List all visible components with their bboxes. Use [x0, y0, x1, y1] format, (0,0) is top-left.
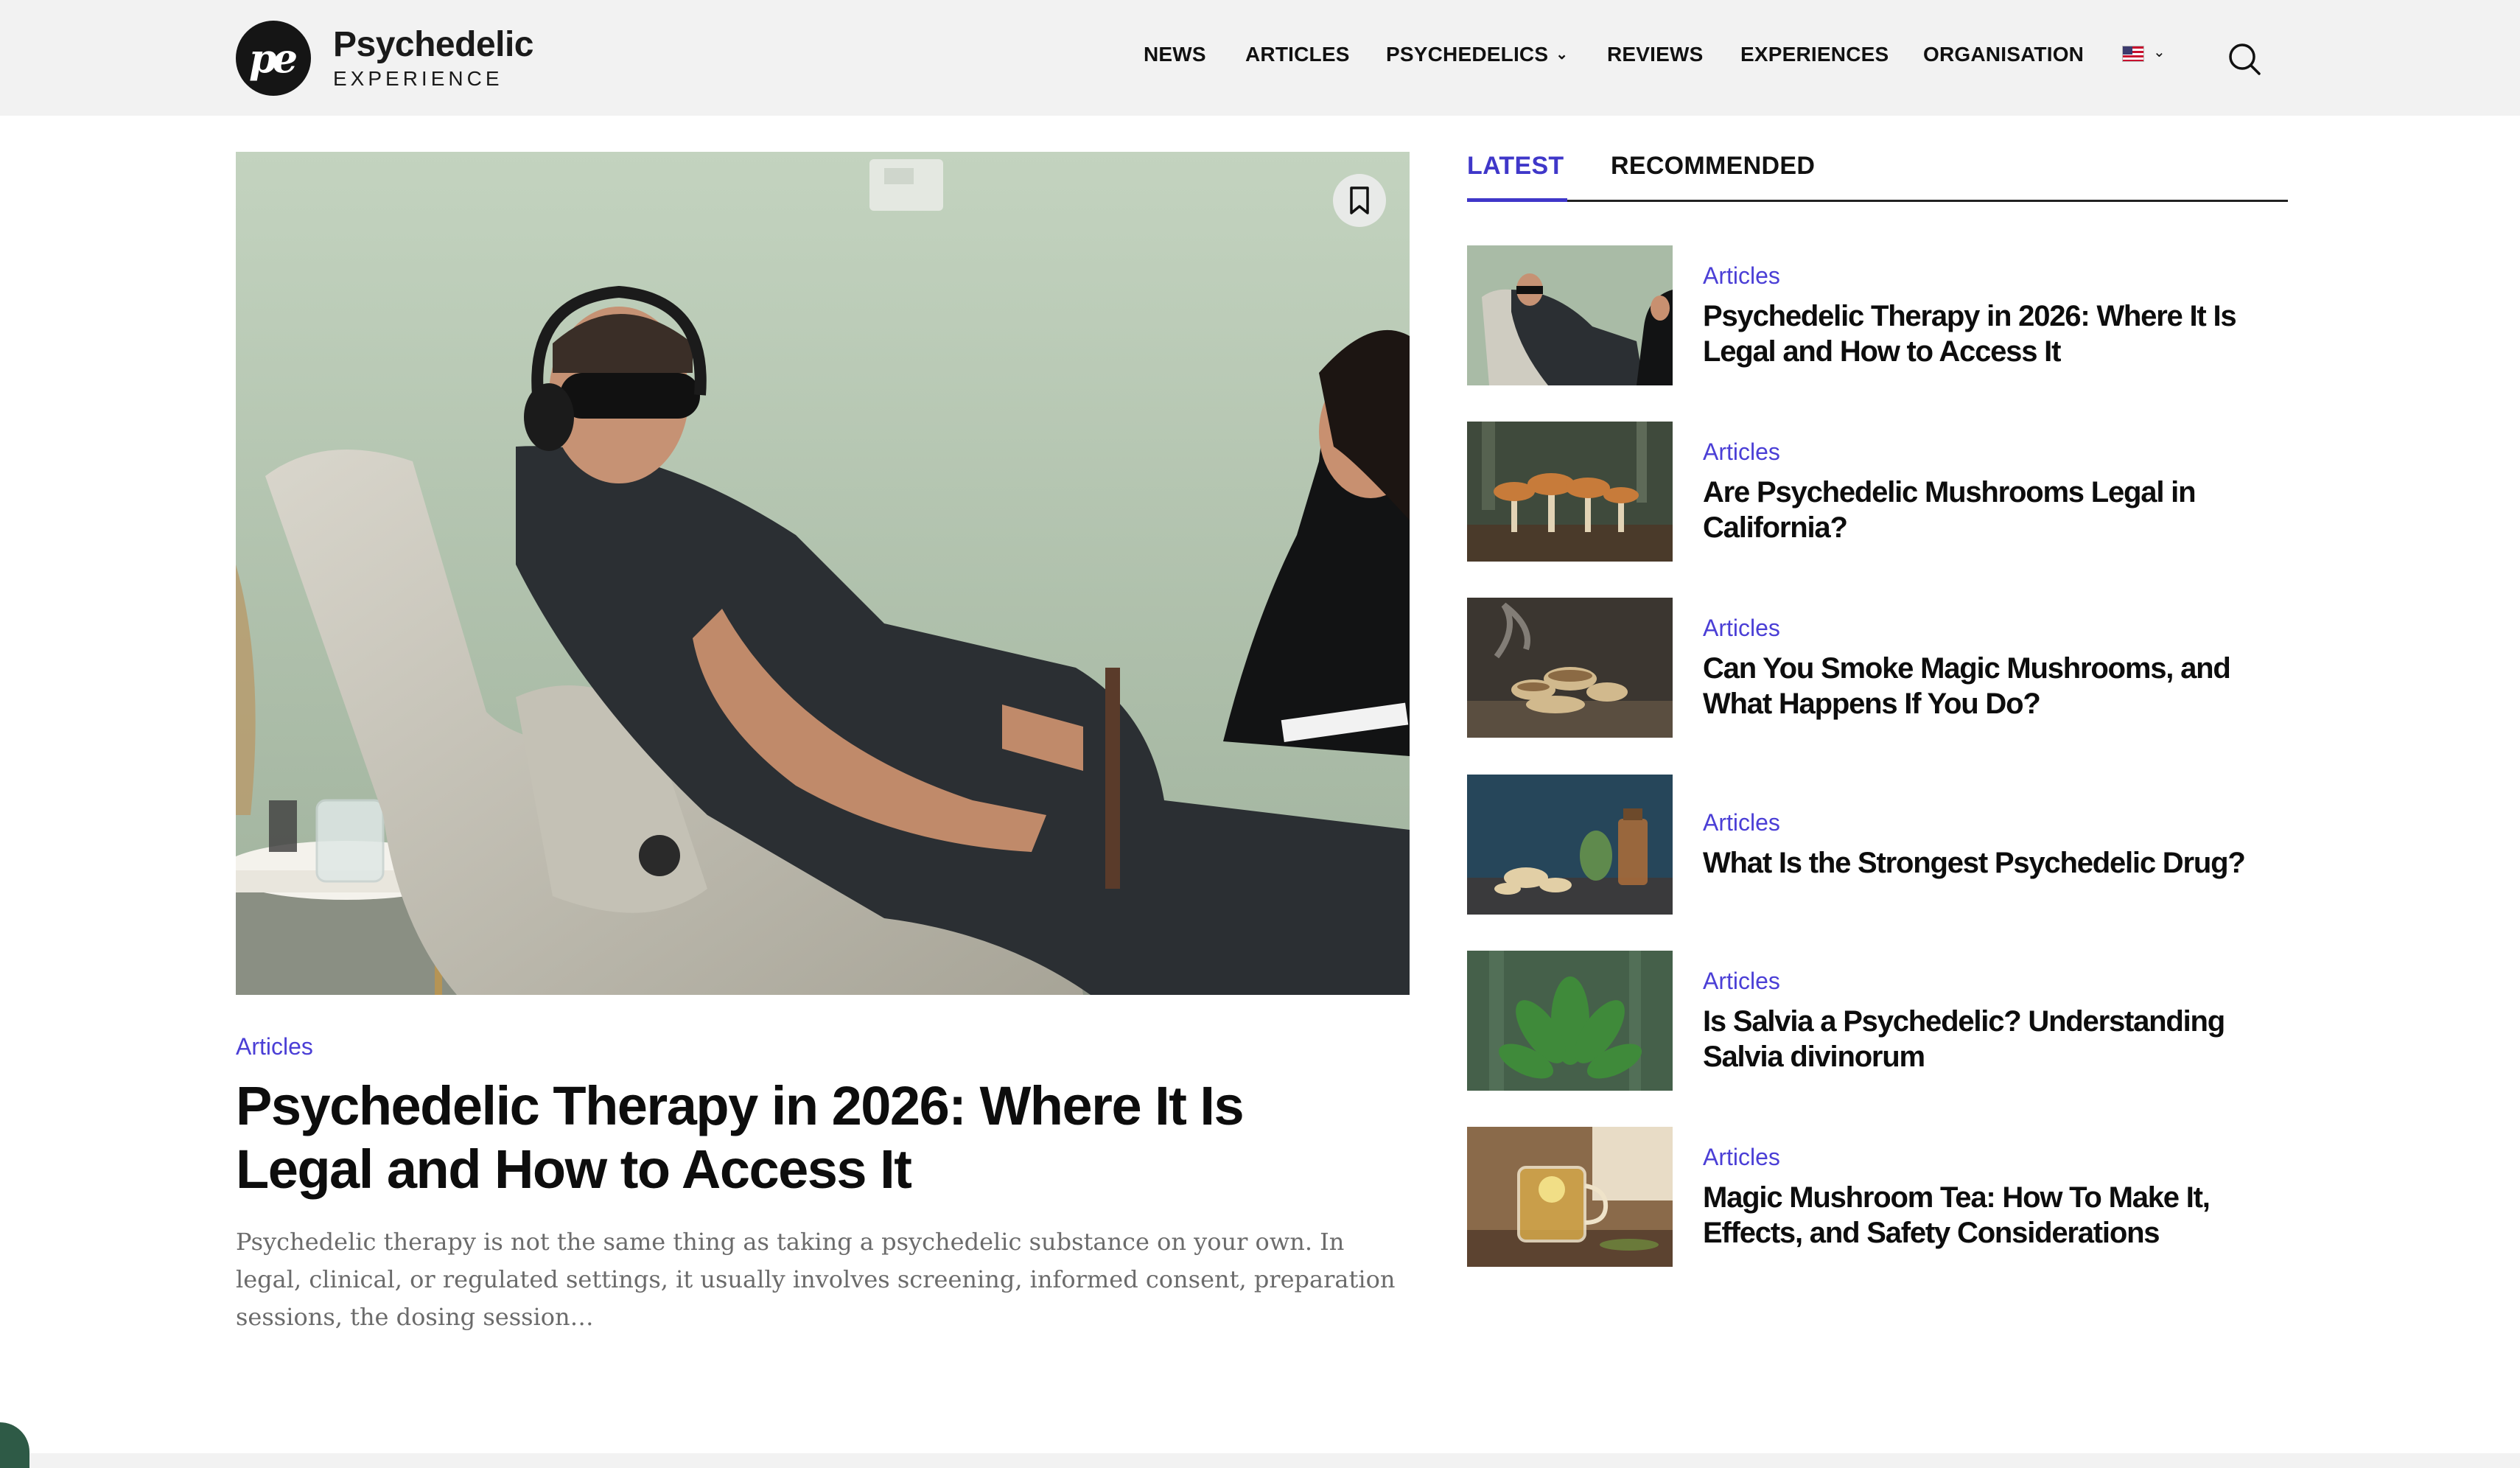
thumbnail-substances-image: [1467, 775, 1673, 915]
post-category-link[interactable]: Articles: [1703, 968, 2292, 995]
post-title[interactable]: Is Salvia a Psychedelic? Understanding S…: [1703, 1004, 2292, 1074]
hero-image[interactable]: [236, 152, 1410, 995]
next-section-edge: [0, 1453, 2520, 1468]
nav-item-psychedelics[interactable]: PSYCHEDELICS ⌄: [1386, 43, 1568, 66]
list-item: Articles Are Psychedelic Mushrooms Legal…: [1467, 422, 2288, 562]
thumbnail-mushrooms-image: [1467, 422, 1673, 562]
post-body: Articles Is Salvia a Psychedelic? Unders…: [1703, 951, 2292, 1091]
active-tab-indicator: [1467, 198, 1567, 202]
post-thumbnail[interactable]: [1467, 598, 1673, 738]
post-category-link[interactable]: Articles: [1703, 438, 2292, 466]
site-logo[interactable]: pe Psychedelic EXPERIENCE: [236, 21, 534, 96]
nav-item-articles[interactable]: ARTICLES: [1245, 43, 1350, 66]
post-thumbnail[interactable]: [1467, 1127, 1673, 1267]
logo-text: Psychedelic EXPERIENCE: [333, 25, 534, 90]
logo-mark: pe: [236, 21, 311, 96]
sidebar-tabs: LATEST RECOMMENDED: [1467, 147, 2288, 202]
post-category-link[interactable]: Articles: [1703, 262, 2292, 290]
logo-name: Psychedelic: [333, 25, 534, 64]
hero-category-link[interactable]: Articles: [236, 1033, 313, 1060]
post-thumbnail[interactable]: [1467, 775, 1673, 915]
bookmark-button[interactable]: [1333, 174, 1386, 227]
corner-decoration: [0, 1422, 29, 1468]
chevron-down-icon[interactable]: ⌄: [2153, 43, 2166, 61]
post-title[interactable]: Magic Mushroom Tea: How To Make It, Effe…: [1703, 1180, 2292, 1251]
list-item: Articles What Is the Strongest Psychedel…: [1467, 775, 2288, 915]
list-item: Articles Psychedelic Therapy in 2026: Wh…: [1467, 245, 2288, 385]
post-title[interactable]: Are Psychedelic Mushrooms Legal in Calif…: [1703, 475, 2292, 545]
post-body: Articles Can You Smoke Magic Mushrooms, …: [1703, 598, 2292, 738]
search-icon: [2229, 43, 2261, 75]
tab-recommended[interactable]: RECOMMENDED: [1611, 152, 1815, 181]
nav-item-experiences[interactable]: EXPERIENCES: [1740, 43, 1889, 66]
logo-sub: EXPERIENCE: [333, 67, 503, 90]
post-thumbnail[interactable]: [1467, 245, 1673, 385]
tab-latest[interactable]: LATEST: [1467, 152, 1564, 181]
thumbnail-smoking-mushrooms-image: [1467, 598, 1673, 738]
hero-excerpt: Psychedelic therapy is not the same thin…: [236, 1228, 1396, 1331]
post-body: Articles Are Psychedelic Mushrooms Legal…: [1703, 422, 2292, 562]
nav-item-psychedelics-label: PSYCHEDELICS: [1386, 43, 1549, 66]
post-body: Articles Magic Mushroom Tea: How To Make…: [1703, 1127, 2292, 1267]
bookmark-icon: [1350, 186, 1369, 214]
thumbnail-mushroom-tea-image: [1467, 1127, 1673, 1267]
list-item: Articles Is Salvia a Psychedelic? Unders…: [1467, 951, 2288, 1091]
nav-item-organisation[interactable]: ORGANISATION: [1923, 43, 2084, 66]
post-body: Articles What Is the Strongest Psychedel…: [1703, 775, 2292, 915]
post-thumbnail[interactable]: [1467, 422, 1673, 562]
hero-title[interactable]: Psychedelic Therapy in 2026: Where It Is…: [236, 1074, 1385, 1201]
post-title[interactable]: Psychedelic Therapy in 2026: Where It Is…: [1703, 298, 2292, 369]
post-title[interactable]: Can You Smoke Magic Mushrooms, and What …: [1703, 651, 2292, 721]
nav-item-reviews[interactable]: REVIEWS: [1607, 43, 1704, 66]
post-category-link[interactable]: Articles: [1703, 615, 2292, 642]
list-item: Articles Magic Mushroom Tea: How To Make…: [1467, 1127, 2288, 1267]
post-body: Articles Psychedelic Therapy in 2026: Wh…: [1703, 245, 2292, 385]
post-thumbnail[interactable]: [1467, 951, 1673, 1091]
search-button[interactable]: [2227, 41, 2262, 77]
site-header: pe Psychedelic EXPERIENCE NEWS ARTICLES …: [0, 0, 2520, 116]
chevron-down-icon: ⌄: [1555, 46, 1569, 63]
us-flag-icon[interactable]: [2122, 46, 2144, 62]
post-title[interactable]: What Is the Strongest Psychedelic Drug?: [1703, 845, 2292, 881]
therapy-session-illustration: [236, 152, 1410, 995]
nav-item-news[interactable]: NEWS: [1144, 43, 1206, 66]
thumbnail-therapy-image: [1467, 245, 1673, 385]
post-category-link[interactable]: Articles: [1703, 1144, 2292, 1171]
post-category-link[interactable]: Articles: [1703, 809, 2292, 836]
thumbnail-salvia-plant-image: [1467, 951, 1673, 1091]
list-item: Articles Can You Smoke Magic Mushrooms, …: [1467, 598, 2288, 738]
